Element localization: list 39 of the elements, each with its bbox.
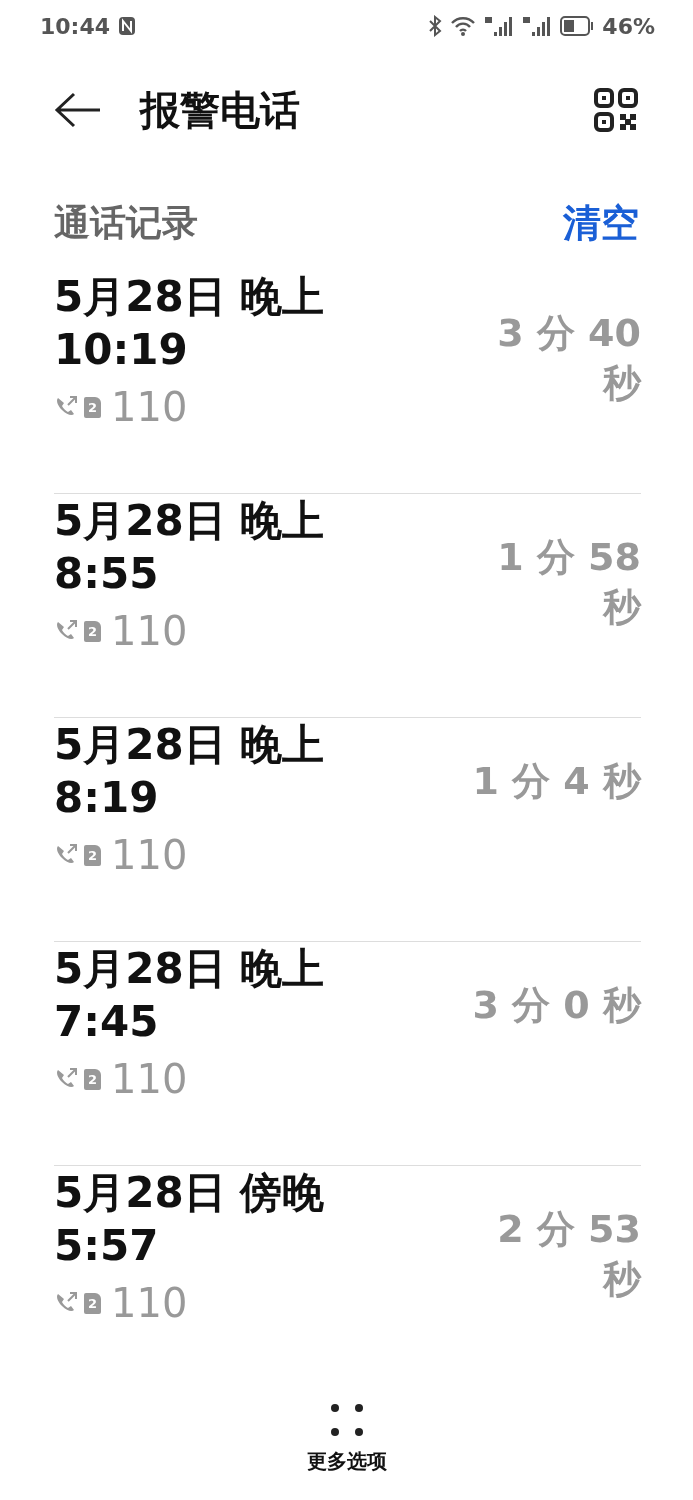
nfc-icon	[118, 16, 137, 36]
signal-icon	[484, 15, 515, 37]
page-title: 报警电话	[140, 85, 301, 135]
bluetooth-icon	[428, 15, 443, 37]
call-date: 5月28日 晚上	[54, 271, 325, 323]
clear-button[interactable]: 清空	[563, 197, 639, 249]
call-duration: 1 分 4 秒	[472, 758, 641, 805]
call-date: 5月28日 晚上	[54, 495, 325, 547]
back-arrow-icon[interactable]	[54, 92, 102, 128]
phone-number: 110	[111, 1280, 188, 1326]
phone-number: 110	[111, 1056, 188, 1102]
call-date: 5月28日 晚上	[54, 719, 325, 771]
battery-percent: 46%	[602, 13, 655, 39]
call-time: 8:55	[54, 548, 160, 600]
wifi-icon	[450, 16, 477, 36]
more-options-label[interactable]: 更多选项	[306, 1448, 387, 1475]
signal-icon	[522, 15, 553, 37]
call-duration: 3 分 0 秒	[472, 982, 641, 1029]
call-date: 5月28日 傍晚	[54, 1167, 325, 1219]
sim-card-label: 2	[84, 1292, 101, 1314]
call-duration: 1 分 58 秒	[496, 534, 641, 631]
qr-code-icon[interactable]	[593, 87, 639, 133]
call-time: 7:45	[54, 996, 160, 1048]
sim-card-label: 2	[84, 844, 101, 866]
phone-number: 110	[111, 384, 188, 430]
call-time: 5:57	[54, 1220, 160, 1272]
call-date: 5月28日 晚上	[54, 943, 325, 995]
phone-number: 110	[111, 608, 188, 654]
call-duration: 2 分 53 秒	[496, 1206, 641, 1303]
status-time: 10:44	[40, 13, 111, 39]
sim-card-label: 2	[84, 1068, 101, 1090]
sim-card-label: 2	[84, 396, 101, 418]
call-duration: 3 分 40 秒	[496, 310, 641, 407]
call-time: 8:19	[54, 772, 160, 824]
section-title: 通话记录	[54, 200, 198, 245]
sim-card-label: 2	[84, 620, 101, 642]
phone-number: 110	[111, 832, 188, 878]
call-time: 10:19	[54, 324, 189, 376]
battery-icon	[560, 16, 595, 36]
